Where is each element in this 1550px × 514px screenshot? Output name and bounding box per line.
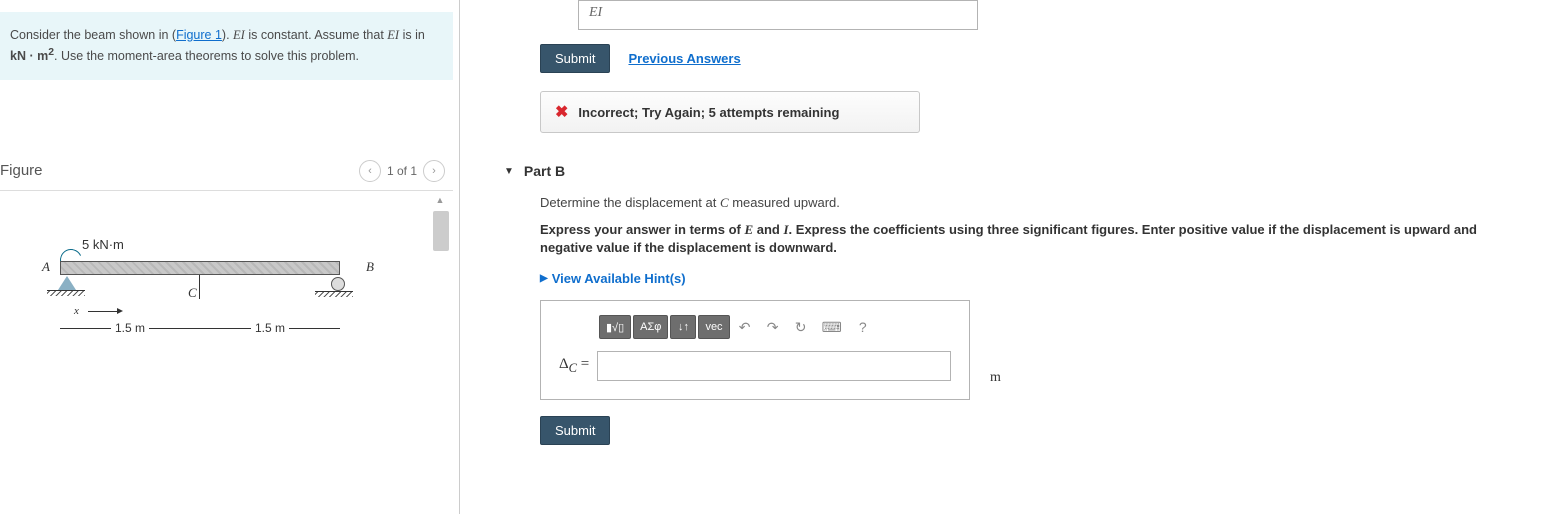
beam-diagram: 5 kN·m A B C x 1.5 m 1.5 m [60,261,360,275]
figure-prev-button[interactable]: ‹ [359,160,381,182]
submit-a-button[interactable]: Submit [540,44,610,73]
x-axis-label: x [74,305,79,317]
subscript-button[interactable]: ↓↑ [670,315,696,339]
equation-toolbar: ▮√▯ ΑΣφ ↓↑ vec ↶ ↷ ↻ ⌨ ? [599,315,951,339]
x-arrow-icon [117,308,123,314]
pin-support-icon [58,276,76,290]
reset-button[interactable]: ↻ [788,315,814,339]
problem-text4: is in [399,28,425,42]
problem-text5: . Use the moment-area theorems to solve … [54,49,359,63]
figure-title: Figure [0,162,43,179]
part-b-header[interactable]: ▼ Part B [504,163,1530,179]
help-button[interactable]: ? [850,315,876,339]
figure-body: ▲ 5 kN·m A B C x 1.5 m 1.5 m [0,190,453,450]
answer-variable-label: ΔC = [559,356,589,376]
redo-button[interactable]: ↷ [760,315,786,339]
scroll-thumb[interactable] [433,211,449,251]
figure-nav-text: 1 of 1 [387,164,417,178]
answer-input[interactable] [597,351,951,381]
moment-label: 5 kN·m [82,237,124,252]
ground-hatch-right [315,291,353,297]
dimension-1: 1.5 m [60,321,200,335]
figure-next-button[interactable]: › [423,160,445,182]
point-a-label: A [42,259,50,275]
view-hints-link[interactable]: ▶ View Available Hint(s) [540,271,1530,286]
answer-frame: ▮√▯ ΑΣφ ↓↑ vec ↶ ↷ ↻ ⌨ ? ΔC = [540,300,970,400]
incorrect-icon: ✖ [555,102,568,122]
point-c-tick [199,275,200,299]
question-text: Determine the displacement at C measured… [540,195,1530,211]
beam-body [60,261,340,275]
point-b-label: B [366,259,374,275]
undo-button[interactable]: ↶ [732,315,758,339]
problem-statement: Consider the beam shown in (Figure 1). E… [0,12,453,80]
previous-answer-display: EI [578,0,978,30]
figure-link[interactable]: Figure 1 [176,28,222,42]
part-b-title: Part B [524,163,565,179]
ei-constant: EI [233,28,245,42]
ground-hatch-left [47,290,85,296]
greek-button[interactable]: ΑΣφ [633,315,668,339]
problem-text2: ). [222,28,233,42]
problem-text: Consider the beam shown in ( [10,28,176,42]
caret-down-icon: ▼ [504,166,514,177]
unit-label: m [990,370,1001,386]
submit-b-button[interactable]: Submit [540,416,610,445]
answer-instructions: Express your answer in terms of E and I.… [540,221,1530,257]
caret-right-icon: ▶ [540,273,548,284]
ei-var: EI [387,28,399,42]
vector-button[interactable]: vec [698,315,729,339]
units-bold: kN · m2 [10,49,54,63]
keyboard-button[interactable]: ⌨ [816,315,848,339]
point-c-label: C [188,285,197,301]
roller-support-icon [331,277,345,291]
scroll-up-icon[interactable]: ▲ [433,195,447,209]
previous-answers-link[interactable]: Previous Answers [628,51,740,66]
feedback-text: Incorrect; Try Again; 5 attempts remaini… [578,105,839,120]
feedback-box: ✖ Incorrect; Try Again; 5 attempts remai… [540,91,920,133]
templates-button[interactable]: ▮√▯ [599,315,631,339]
dimension-2: 1.5 m [200,321,340,335]
problem-text3: is constant. Assume that [245,28,387,42]
